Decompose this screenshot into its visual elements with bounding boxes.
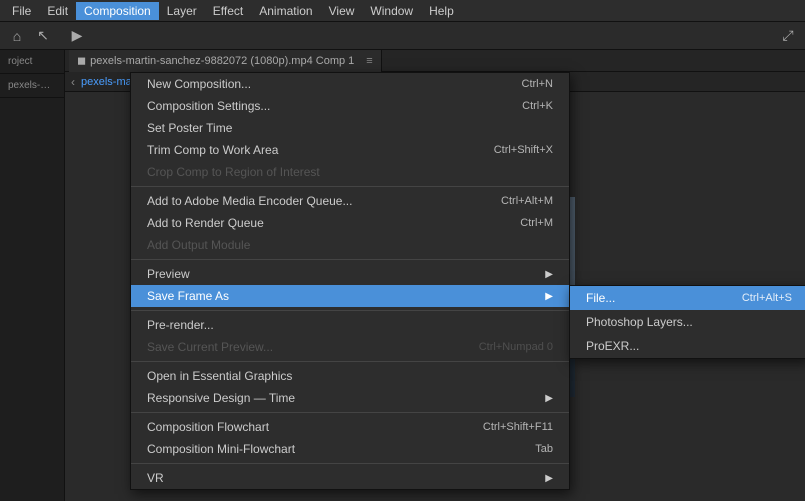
comp-tabbar: ◼ pexels-martin-sanchez-9882072 (1080p).…: [65, 50, 805, 72]
menu-add-encoder[interactable]: Add to Adobe Media Encoder Queue... Ctrl…: [131, 190, 569, 212]
menu-crop-comp: Crop Comp to Region of Interest: [131, 161, 569, 183]
menu-open-essential[interactable]: Open in Essential Graphics: [131, 365, 569, 387]
comp-tab-title: pexels-martin-sanchez-9882072 (1080p).mp…: [90, 55, 354, 67]
submenu-file[interactable]: File... Ctrl+Alt+S: [570, 286, 805, 310]
save-frame-submenu: File... Ctrl+Alt+S Photoshop Layers... P…: [569, 285, 805, 359]
home-button[interactable]: ⌂: [6, 25, 28, 47]
nav-arrow-left[interactable]: ‹: [71, 75, 75, 89]
toolbar: ⌂ ↖ ▶ ⤢: [0, 22, 805, 50]
menu-composition[interactable]: Composition: [76, 2, 159, 20]
menu-add-output: Add Output Module: [131, 234, 569, 256]
menu-layer[interactable]: Layer: [159, 2, 205, 20]
separator-6: [131, 463, 569, 464]
menu-add-render[interactable]: Add to Render Queue Ctrl+M: [131, 212, 569, 234]
menubar: File Edit Composition Layer Effect Anima…: [0, 0, 805, 22]
main-area: roject pexels-mart ◼ pexels-martin-sanch…: [0, 50, 805, 501]
submenu-proexr[interactable]: ProEXR...: [570, 334, 805, 358]
menu-composition-settings[interactable]: Composition Settings... Ctrl+K: [131, 95, 569, 117]
menu-animation[interactable]: Animation: [251, 2, 320, 20]
menu-responsive-design[interactable]: Responsive Design — Time ▶: [131, 387, 569, 409]
project-label: roject: [4, 54, 60, 69]
menu-vr[interactable]: VR ▶: [131, 467, 569, 489]
comp-menu-icon[interactable]: ≡: [366, 55, 372, 67]
comp-tab[interactable]: ◼ pexels-martin-sanchez-9882072 (1080p).…: [69, 50, 382, 72]
menu-help[interactable]: Help: [421, 2, 462, 20]
submenu-photoshop[interactable]: Photoshop Layers...: [570, 310, 805, 334]
left-panel: roject pexels-mart: [0, 50, 65, 501]
center-area: ◼ pexels-martin-sanchez-9882072 (1080p).…: [65, 50, 805, 501]
composition-dropdown: New Composition... Ctrl+N Composition Se…: [130, 72, 570, 490]
menu-new-composition[interactable]: New Composition... Ctrl+N: [131, 73, 569, 95]
project-section: roject: [0, 50, 64, 74]
menu-view[interactable]: View: [321, 2, 363, 20]
separator-5: [131, 412, 569, 413]
menu-preview[interactable]: Preview ▶: [131, 263, 569, 285]
separator-1: [131, 186, 569, 187]
responsive-arrow: ▶: [525, 393, 553, 404]
menu-pre-render[interactable]: Pre-render...: [131, 314, 569, 336]
separator-3: [131, 310, 569, 311]
menu-save-frame[interactable]: Save Frame As ▶ File... Ctrl+Alt+S Photo…: [131, 285, 569, 307]
menu-set-poster-time[interactable]: Set Poster Time: [131, 117, 569, 139]
file-section: pexels-mart: [0, 74, 64, 98]
preview-arrow: ▶: [525, 269, 553, 280]
file-label: pexels-mart: [4, 78, 60, 93]
cursor-button[interactable]: ↖: [32, 25, 54, 47]
menu-file[interactable]: File: [4, 2, 39, 20]
menu-comp-mini-flowchart[interactable]: Composition Mini-Flowchart Tab: [131, 438, 569, 460]
comp-tab-icon: ◼: [77, 54, 86, 67]
expand-button[interactable]: ⤢: [777, 25, 799, 47]
vr-arrow: ▶: [525, 473, 553, 484]
menu-comp-flowchart[interactable]: Composition Flowchart Ctrl+Shift+F11: [131, 416, 569, 438]
menu-effect[interactable]: Effect: [205, 2, 251, 20]
separator-4: [131, 361, 569, 362]
menu-trim-comp[interactable]: Trim Comp to Work Area Ctrl+Shift+X: [131, 139, 569, 161]
menu-save-preview: Save Current Preview... Ctrl+Numpad 0: [131, 336, 569, 358]
play-button[interactable]: ▶: [66, 25, 88, 47]
menu-window[interactable]: Window: [362, 2, 421, 20]
separator-2: [131, 259, 569, 260]
save-frame-arrow: ▶: [525, 291, 553, 302]
menu-edit[interactable]: Edit: [39, 2, 76, 20]
